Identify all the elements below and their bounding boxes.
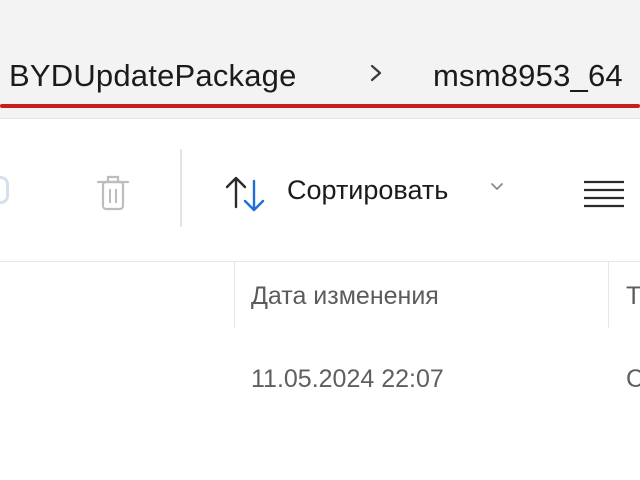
column-header-label: Т [626, 282, 640, 310]
file-date-modified: 11.05.2024 22:07 [251, 365, 444, 393]
delete-icon [96, 175, 130, 211]
sort-icon [225, 176, 265, 212]
command-bar: Сортировать [0, 119, 640, 262]
file-type: С [626, 365, 640, 393]
toolbar-divider [180, 149, 182, 227]
column-header-type[interactable]: Т [610, 262, 640, 328]
column-separator[interactable] [234, 262, 235, 328]
view-button[interactable] [574, 164, 634, 220]
breadcrumb-item-bydupdatepackage[interactable]: BYDUpdatePackage [9, 58, 297, 94]
column-header-label: Дата изменения [251, 282, 439, 310]
file-row[interactable]: 11.05.2024 22:07 С [0, 345, 640, 415]
window-top-strip [0, 0, 640, 18]
view-list-icon [584, 180, 624, 208]
delete-button[interactable] [85, 164, 141, 220]
highlight-underline [0, 104, 640, 108]
column-header-date-modified[interactable]: Дата изменения [236, 262, 607, 328]
sort-button[interactable]: Сортировать [214, 164, 514, 220]
chevron-down-icon [491, 183, 503, 190]
file-list-header: Дата изменения Т [0, 262, 640, 330]
address-bar[interactable]: BYDUpdatePackage msm8953_64 [0, 18, 640, 119]
breadcrumb-item-msm8953[interactable]: msm8953_64 [433, 58, 623, 94]
column-separator[interactable] [608, 262, 609, 328]
sort-label: Сортировать [287, 175, 449, 205]
share-icon[interactable] [0, 176, 9, 204]
breadcrumb-separator-icon[interactable] [366, 58, 386, 95]
